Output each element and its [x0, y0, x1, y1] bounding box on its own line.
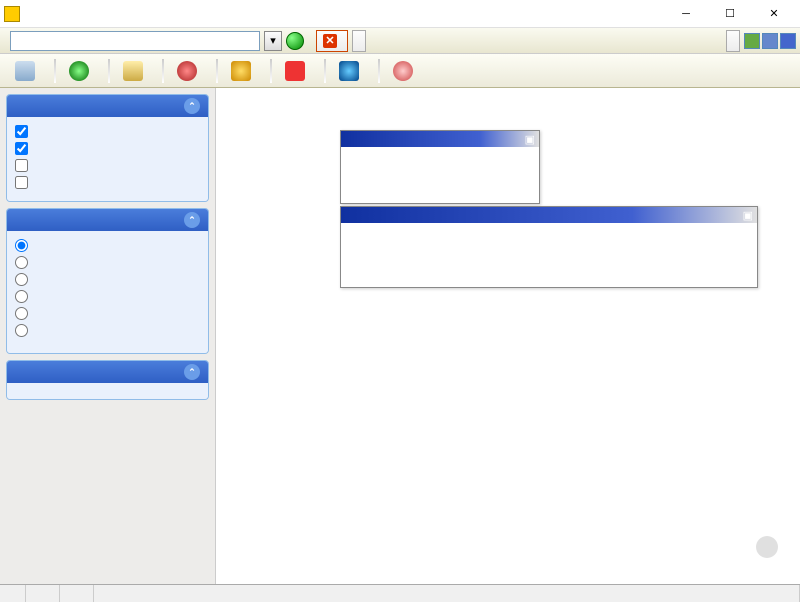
tab-tools[interactable] — [276, 57, 320, 85]
target-toolbar: ▾ ✕ — [0, 28, 800, 54]
list-icon — [123, 61, 143, 81]
gear-icon — [339, 61, 359, 81]
tab-browser[interactable] — [168, 57, 212, 85]
globe-icon — [69, 61, 89, 81]
titlebar: ─ ☐ ✕ — [0, 0, 800, 28]
panel-show-header[interactable]: ⌃ — [7, 95, 208, 117]
history-chart — [345, 227, 753, 287]
info-icon — [393, 61, 413, 81]
minimize-button[interactable]: ─ — [664, 1, 708, 27]
wrench-icon — [285, 61, 305, 81]
chart3d-icon — [15, 61, 35, 81]
status-cell-a — [0, 585, 26, 602]
target-input[interactable] — [10, 31, 260, 51]
collapse-icon: ⌃ — [184, 364, 200, 380]
status-cell-b — [26, 585, 60, 602]
panel-sidebar: ⌃ — [6, 360, 209, 400]
tab-settings[interactable] — [330, 57, 374, 85]
browser-icon — [177, 61, 197, 81]
radio-zoombox[interactable] — [15, 237, 200, 254]
inset-control-icon[interactable]: ▣ — [743, 209, 753, 222]
panel-sidebar-header[interactable]: ⌃ — [7, 361, 208, 383]
panel-diagram-header[interactable]: ⌃ — [7, 209, 208, 231]
inset-control-icon[interactable]: ▣ — [525, 133, 535, 146]
tab-3d-trace[interactable] — [6, 57, 50, 85]
icon-print[interactable] — [762, 33, 778, 49]
icon-sheet[interactable] — [744, 33, 760, 49]
radio-3d[interactable] — [15, 322, 200, 339]
whois-icon — [231, 61, 251, 81]
tab-about[interactable] — [384, 57, 428, 85]
status-cell-c — [60, 585, 94, 602]
tab-as-list[interactable] — [114, 57, 158, 85]
link-copy-clipboard[interactable] — [15, 343, 200, 347]
gtld-button[interactable] — [352, 30, 366, 52]
watermark — [756, 536, 782, 558]
close-button[interactable]: ✕ — [752, 1, 796, 27]
inset-history-title[interactable]: ▣ — [341, 207, 757, 223]
collapse-icon: ⌃ — [184, 212, 200, 228]
go-button[interactable] — [286, 32, 304, 50]
collapse-icon: ⌃ — [184, 98, 200, 114]
inset-history[interactable]: ▣ — [340, 206, 758, 288]
radio-zoom[interactable] — [15, 288, 200, 305]
chart-area[interactable]: ▣ ▣ — [216, 88, 800, 584]
trace-button[interactable]: ✕ — [316, 30, 348, 52]
statistic-chart — [345, 151, 535, 203]
tab-whois[interactable] — [222, 57, 266, 85]
maximize-button[interactable]: ☐ — [708, 1, 752, 27]
status-text — [94, 585, 800, 602]
app-icon — [4, 6, 20, 22]
main-toolbar — [0, 54, 800, 88]
check-history[interactable] — [15, 140, 200, 157]
status-bar — [0, 584, 800, 602]
tab-globe-trace[interactable] — [60, 57, 104, 85]
link-hide-sidebar[interactable] — [15, 389, 200, 393]
target-dropdown-button[interactable]: ▾ — [264, 31, 282, 51]
radio-move[interactable] — [15, 271, 200, 288]
panel-diagram-tools: ⌃ — [6, 208, 209, 354]
check-diagram-control[interactable] — [15, 157, 200, 174]
icon-cascade[interactable] — [780, 33, 796, 49]
radio-rotate[interactable] — [15, 254, 200, 271]
sidebar: ⌃ ⌃ ⌃ — [0, 88, 216, 584]
tools-button[interactable] — [726, 30, 740, 52]
check-statistics[interactable] — [15, 123, 200, 140]
stop-icon: ✕ — [323, 34, 337, 48]
radio-depth[interactable] — [15, 305, 200, 322]
check-opengl-mode[interactable] — [15, 174, 200, 191]
quick-icons — [744, 33, 796, 49]
inset-statistic-title[interactable]: ▣ — [341, 131, 539, 147]
inset-statistic[interactable]: ▣ — [340, 130, 540, 204]
panel-show: ⌃ — [6, 94, 209, 202]
link-edit-opengl[interactable] — [15, 191, 200, 195]
